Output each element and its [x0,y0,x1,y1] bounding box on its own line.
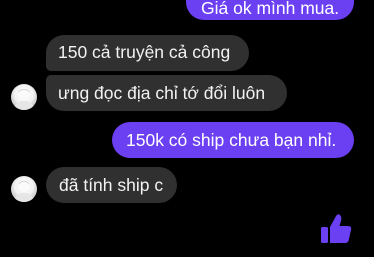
avatar-icon[interactable] [11,176,37,202]
message-bubble-incoming[interactable]: ưng đọc địa chỉ tớ đổi luôn [46,75,287,111]
thumbs-up-icon[interactable] [319,212,353,246]
message-text: Giá ok mình mua. [201,0,340,18]
avatar-icon[interactable] [11,84,37,110]
message-text: 150 cả truyện cả công [58,42,231,62]
message-bubble-outgoing[interactable]: 150k có ship chưa bạn nhỉ. [112,122,354,158]
message-text: 150k có ship chưa bạn nhỉ. [126,130,337,150]
message-bubble-outgoing[interactable]: Giá ok mình mua. [186,0,354,20]
message-text: ưng đọc địa chỉ tớ đổi luôn [58,83,266,103]
message-bubble-incoming[interactable]: 150 cả truyện cả công [46,35,249,71]
message-bubble-incoming[interactable]: đã tính ship c [46,167,177,203]
message-text: đã tính ship c [59,175,164,195]
